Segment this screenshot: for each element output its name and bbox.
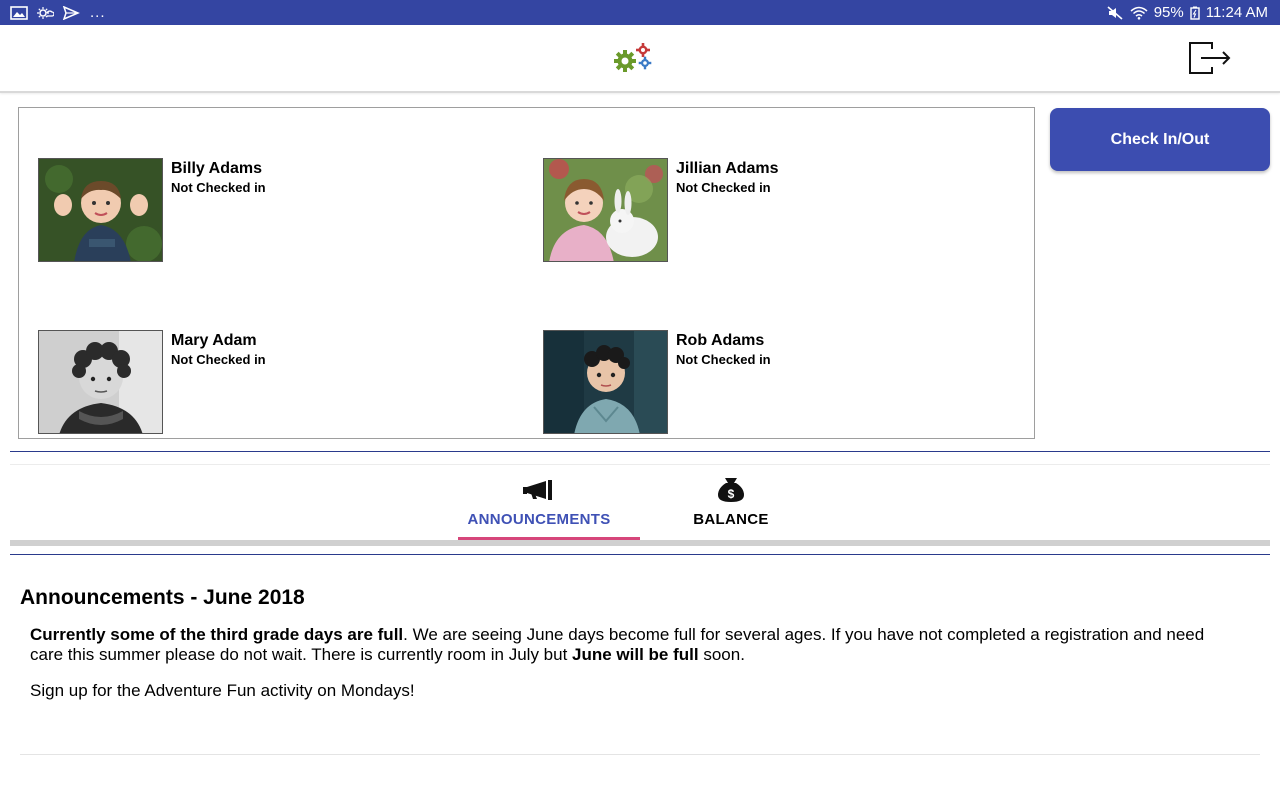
children-panel: Billy Adams Not Checked in Jillian Adams… — [18, 107, 1035, 439]
app-header — [0, 25, 1280, 93]
gears-logo-icon — [612, 42, 654, 74]
tab-balance[interactable]: $ BALANCE — [642, 465, 820, 541]
megaphone-icon — [522, 477, 556, 503]
child-status: Not Checked in — [676, 180, 771, 195]
child-card-rob[interactable]: Rob Adams Not Checked in — [543, 330, 1023, 438]
wifi-icon — [1130, 6, 1148, 20]
tab-announcements[interactable]: ANNOUNCEMENTS — [448, 465, 630, 541]
child-status: Not Checked in — [676, 352, 771, 367]
tab-bar-shadow — [10, 540, 1270, 546]
check-in-out-button[interactable]: Check In/Out — [1050, 108, 1270, 171]
child-name: Rob Adams — [676, 332, 765, 349]
child-status: Not Checked in — [171, 180, 266, 195]
status-bar: ... 95% 11:24 AM — [0, 0, 1280, 25]
money-bag-icon: $ — [716, 477, 746, 503]
svg-text:$: $ — [728, 487, 735, 501]
battery-percent: 95% — [1153, 4, 1184, 21]
status-bar-left: ... — [10, 4, 106, 21]
child-photo-jillian — [543, 158, 668, 262]
announcement-highlight: Currently some of the third grade days a… — [30, 625, 404, 644]
child-photo-rob — [543, 330, 668, 434]
footer-divider — [20, 754, 1260, 755]
logout-button[interactable] — [1188, 39, 1232, 77]
weather-icon — [36, 6, 54, 20]
announcements-title: Announcements - June 2018 — [20, 586, 305, 609]
image-icon — [10, 5, 28, 20]
child-card-billy[interactable]: Billy Adams Not Checked in — [38, 158, 518, 268]
announcement-highlight: June will be full — [572, 645, 699, 664]
tab-bar: ANNOUNCEMENTS $ BALANCE — [10, 464, 1270, 544]
child-photo-mary — [38, 330, 163, 434]
send-icon — [62, 5, 80, 20]
logout-icon — [1189, 42, 1231, 74]
status-bar-right: 95% 11:24 AM — [1106, 4, 1268, 21]
child-card-jillian[interactable]: Jillian Adams Not Checked in — [543, 158, 1023, 268]
child-name: Mary Adam — [171, 332, 257, 349]
mute-icon — [1106, 5, 1124, 20]
child-status: Not Checked in — [171, 352, 266, 367]
child-photo-billy — [38, 158, 163, 262]
status-overflow: ... — [90, 4, 106, 21]
section-divider — [10, 554, 1270, 555]
battery-icon — [1190, 6, 1200, 20]
clock: 11:24 AM — [1205, 4, 1268, 21]
child-name: Billy Adams — [171, 160, 262, 177]
tab-label: BALANCE — [693, 511, 769, 528]
announcement-paragraph: Currently some of the third grade days a… — [30, 625, 1230, 665]
announcement-text: soon. — [698, 645, 745, 664]
tab-label: ANNOUNCEMENTS — [467, 511, 611, 528]
child-card-mary[interactable]: Mary Adam Not Checked in — [38, 330, 518, 438]
child-name: Jillian Adams — [676, 160, 779, 177]
section-divider — [10, 451, 1270, 452]
announcements-body: Currently some of the third grade days a… — [30, 625, 1230, 717]
announcement-paragraph: Sign up for the Adventure Fun activity o… — [30, 681, 415, 700]
